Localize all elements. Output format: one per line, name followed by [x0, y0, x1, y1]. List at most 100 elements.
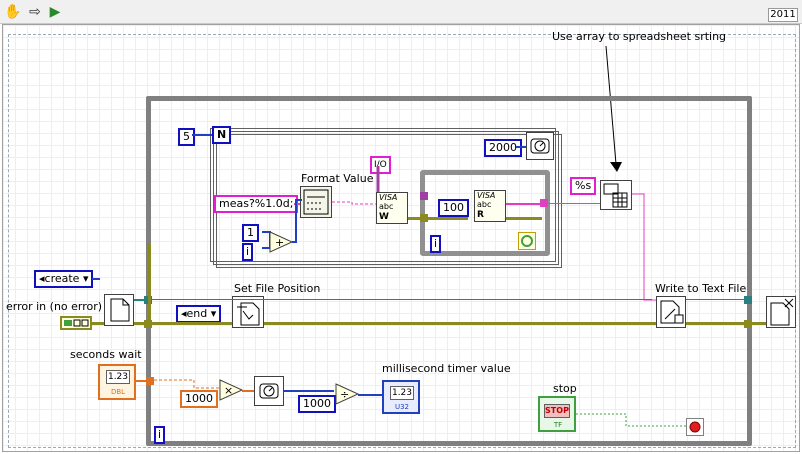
- error-in-wire: [92, 322, 104, 325]
- wait-stopwatch-icon: [259, 383, 279, 399]
- svg-text:+: +: [275, 236, 284, 249]
- wait-ms-function[interactable]: [526, 132, 554, 160]
- error-wire-vertical: [148, 244, 151, 324]
- ms-display: 1.23: [390, 386, 414, 400]
- create-enum-constant[interactable]: ◂create ▾: [34, 270, 94, 288]
- format-value-function[interactable]: [300, 186, 332, 218]
- for-count-constant[interactable]: 5: [178, 128, 195, 146]
- error-cluster-icon: [64, 319, 89, 327]
- inner-iteration-terminal: i: [430, 235, 442, 253]
- array-to-spreadsheet-function[interactable]: [600, 180, 632, 210]
- timer-wire: [284, 390, 334, 392]
- visa-read-function[interactable]: VISA abc R: [474, 190, 506, 222]
- svg-text:×: ×: [224, 384, 233, 397]
- create-wire: [92, 278, 100, 280]
- visa-write-sub: abc: [379, 202, 394, 211]
- read-count-constant[interactable]: 100: [438, 199, 469, 217]
- step-arrow-icon[interactable]: ⇨: [26, 3, 44, 21]
- stop-sign-icon: [689, 421, 701, 433]
- stop-type: TF: [553, 421, 563, 429]
- create-label: create: [44, 272, 80, 285]
- inner-loop-condition[interactable]: [518, 232, 536, 250]
- loop-condition-icon: [521, 235, 533, 247]
- count-wire: [192, 134, 212, 136]
- close-file-icon: [770, 298, 794, 326]
- error-in-control[interactable]: [60, 316, 92, 330]
- stop-button-control[interactable]: STOP TF: [538, 396, 576, 432]
- annotation-text: Use array to spreadsheet srting: [552, 30, 727, 43]
- error-wire-inner: [408, 217, 468, 220]
- visa-write-function[interactable]: VISA abc W: [376, 192, 408, 224]
- dropdown-arrow-icon: ▾: [82, 272, 89, 285]
- wait-2000-constant[interactable]: 2000: [484, 139, 522, 157]
- set-file-position-label: Set File Position: [234, 282, 321, 295]
- seconds-wire-in: [136, 380, 146, 382]
- for-count-terminal: N: [212, 126, 232, 144]
- visa-write-mode: W: [379, 212, 389, 222]
- error-wire-out: [686, 322, 744, 325]
- loop-condition-stop[interactable]: [686, 418, 704, 436]
- error-wire-in: [134, 322, 144, 325]
- end-label: end: [186, 307, 208, 320]
- ms-timer-indicator: 1.23 U32: [382, 380, 420, 414]
- refnum-tunnel-out: [744, 296, 752, 304]
- quotient-wire: [358, 394, 382, 396]
- write-text-file-function[interactable]: [656, 296, 686, 328]
- close-file-function[interactable]: [766, 296, 796, 328]
- product-wire: [242, 390, 254, 392]
- ms-timer-label: millisecond timer value: [382, 362, 511, 375]
- stop-wire: [576, 413, 686, 427]
- file-icon: [110, 298, 130, 322]
- run-arrow-icon[interactable]: ▶: [46, 3, 64, 21]
- write-wires: [332, 166, 380, 205]
- spreadsheet-icon: [603, 183, 628, 208]
- refnum-wire-out: [686, 299, 744, 300]
- seconds-wait-control[interactable]: 1.23 DBL: [98, 364, 136, 400]
- seconds-display: 1.23: [106, 370, 130, 384]
- wait-wire: [516, 146, 526, 148]
- end-dropdown-icon: ▾: [210, 307, 217, 320]
- write-text-file-label: Write to Text File: [655, 282, 747, 295]
- stop-button-face: STOP: [544, 404, 570, 418]
- sum-wire: [292, 199, 302, 243]
- hand-icon[interactable]: ✋: [4, 3, 22, 21]
- read-string-wire: [506, 203, 540, 205]
- seconds-type: DBL: [110, 388, 126, 396]
- for-iteration-terminal: i: [242, 243, 254, 261]
- visa-read-sub: abc: [477, 200, 492, 209]
- set-file-position-function[interactable]: [232, 296, 264, 328]
- stop-label: stop: [553, 382, 577, 395]
- div-1000-constant[interactable]: 1000: [298, 395, 336, 413]
- error-tunnel-out: [744, 320, 752, 328]
- multiply-function[interactable]: ×: [214, 378, 244, 402]
- version-badge: 2011: [768, 8, 798, 22]
- seconds-wait-label: seconds wait: [70, 348, 142, 361]
- file-position-icon: [237, 302, 260, 326]
- ms-type: U32: [394, 403, 410, 411]
- wait-ms-multiple-function[interactable]: [254, 376, 284, 406]
- while-iteration-terminal: i: [154, 426, 166, 444]
- mult-1000-constant[interactable]: 1000: [180, 390, 218, 408]
- end-enum-constant[interactable]: ◂end ▾: [176, 305, 222, 323]
- error-wire-inner-out: [506, 217, 542, 220]
- error-in-label: error in (no error): [6, 300, 103, 313]
- error-wire-a: [152, 322, 232, 325]
- seconds-tunnel: [146, 377, 154, 385]
- error-wire-b: [264, 322, 656, 325]
- inner-tunnel-resource: [420, 192, 428, 200]
- one-constant[interactable]: 1: [242, 224, 259, 242]
- visa-read-mode: R: [477, 210, 484, 220]
- open-file-function[interactable]: [104, 294, 134, 326]
- write-file-icon: [660, 300, 684, 324]
- error-wire-close: [752, 322, 766, 325]
- toolbar: ✋ ⇨ ▶ 2011: [0, 0, 802, 24]
- add-function[interactable]: +: [262, 228, 294, 254]
- visa-read-title: VISA: [477, 191, 496, 200]
- inner-tunnel-string: [540, 199, 548, 207]
- format-string-constant[interactable]: meas?%1.0d;: [214, 195, 299, 213]
- svg-text:÷: ÷: [340, 388, 349, 401]
- format-icon: [303, 189, 329, 215]
- stopwatch-icon: [530, 138, 550, 154]
- spreadsheet-format-constant[interactable]: %s: [570, 177, 597, 195]
- refnum-wire-through: [152, 299, 652, 300]
